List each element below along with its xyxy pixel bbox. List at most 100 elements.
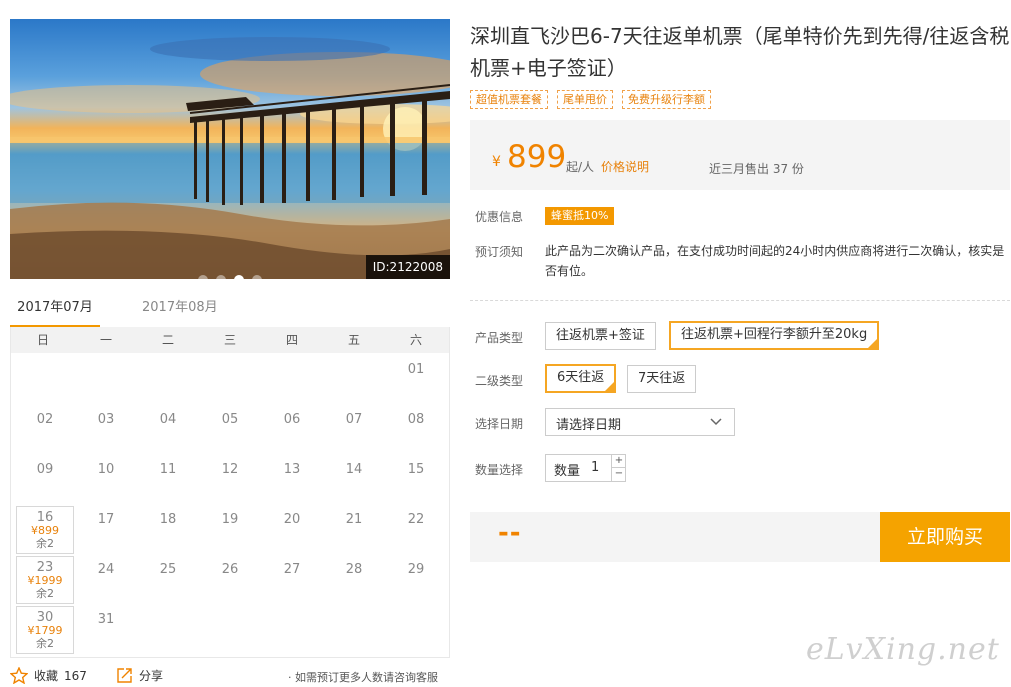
calendar-day-number: 24 <box>97 562 115 577</box>
calendar-day-price: ¥899 <box>31 524 59 537</box>
quantity-value[interactable]: 1 <box>591 460 599 475</box>
sub-type-option-7days[interactable]: 7天往返 <box>627 365 697 393</box>
action-bar: 收藏 167 分享 · 如需预订更多人数请咨询客服 <box>10 666 450 686</box>
calendar-day: 24 <box>77 556 135 604</box>
tab-month-july[interactable]: 2017年07月 <box>10 296 100 328</box>
calendar-day: 26 <box>201 556 259 604</box>
calendar-day: 06 <box>263 406 321 454</box>
quantity-increase-button[interactable]: + <box>611 455 626 468</box>
chevron-down-icon <box>710 418 722 426</box>
price-currency: ¥ <box>492 154 501 170</box>
calendar-day[interactable]: 23 ¥1999 余2 <box>16 556 74 604</box>
total-price: -- <box>498 518 522 548</box>
calendar-day-number: 22 <box>407 512 425 527</box>
calendar-day-number: 06 <box>283 412 301 427</box>
quantity-decrease-button[interactable]: − <box>611 468 626 481</box>
sub-type-label: 二级类型 <box>475 374 524 388</box>
product-tag: 超值机票套餐 <box>470 90 548 109</box>
calendar-day: 31 <box>77 606 135 654</box>
calendar-day: 15 <box>387 456 445 504</box>
calendar-day: 01 <box>387 356 445 404</box>
calendar-day-number: 10 <box>97 462 115 477</box>
weekday-label: 五 <box>347 333 360 347</box>
carousel-dot[interactable] <box>234 275 244 279</box>
calendar-day-number: 08 <box>407 412 425 427</box>
tab-month-august[interactable]: 2017年08月 <box>142 296 218 328</box>
date-label: 选择日期 <box>475 417 524 431</box>
calendar-day-price: ¥1999 <box>27 574 63 587</box>
calendar-day: 27 <box>263 556 321 604</box>
departure-calendar: 日 一 二 三 四 五 六 01 02 03 04 05 06 07 08 09 10 11 12 13… <box>10 327 450 658</box>
quantity-section-label: 数量选择 <box>475 463 524 477</box>
calendar-day: 11 <box>139 456 197 504</box>
calendar-day-number: 21 <box>345 512 363 527</box>
star-icon <box>10 667 28 684</box>
notice-label: 预订须知 <box>475 245 524 259</box>
calendar-weekday-header: 日 一 二 三 四 五 六 <box>11 327 449 353</box>
divider <box>470 300 1010 301</box>
calendar-day: 17 <box>77 506 135 554</box>
product-title: 深圳直飞沙巴6-7天往返单机票（尾单特价先到先得/往返含税机票+电子签证） <box>470 24 1010 80</box>
calendar-day: 19 <box>201 506 259 554</box>
product-type-option-visa[interactable]: 往返机票+签证 <box>545 322 656 350</box>
calendar-day-number: 18 <box>159 512 177 527</box>
calendar-day: 04 <box>139 406 197 454</box>
product-photo[interactable]: ID:2122008 <box>10 19 450 279</box>
calendar-day: 08 <box>387 406 445 454</box>
weekday-label: 日 <box>36 333 49 347</box>
share-button[interactable]: 分享 <box>116 667 163 684</box>
calendar-day: 25 <box>139 556 197 604</box>
product-tag: 免费升级行李额 <box>622 90 711 109</box>
sub-type-option-6days[interactable]: 6天往返 <box>545 364 617 393</box>
buy-now-button[interactable]: 立即购买 <box>880 512 1010 562</box>
date-select[interactable]: 请选择日期 <box>545 408 735 436</box>
calendar-day-number: 26 <box>221 562 239 577</box>
calendar-day: 03 <box>77 406 135 454</box>
calendar-day: 13 <box>263 456 321 504</box>
consult-note: · 如需预订更多人数请咨询客服 <box>288 671 438 684</box>
quantity-label: 数量 <box>554 464 581 479</box>
calendar-day: 18 <box>139 506 197 554</box>
calendar-day-number: 01 <box>407 362 425 377</box>
calendar-day-number: 04 <box>159 412 177 427</box>
calendar-day-number: 25 <box>159 562 177 577</box>
date-select-value: 请选择日期 <box>556 418 622 433</box>
calendar-day-number: 20 <box>283 512 301 527</box>
calendar-day-number: 09 <box>36 462 54 477</box>
calendar-day: 07 <box>325 406 383 454</box>
sold-count: 近三月售出 37 份 <box>709 162 804 176</box>
calendar-day: 29 <box>387 556 445 604</box>
product-type-option-luggage[interactable]: 往返机票+回程行李额升至20kg <box>669 321 880 350</box>
quantity-stepper: 数量 1 + − <box>545 454 626 482</box>
carousel-dot[interactable] <box>216 275 226 279</box>
product-tag: 尾单甩价 <box>557 90 613 109</box>
calendar-day-number: 03 <box>97 412 115 427</box>
calendar-day-number: 12 <box>221 462 239 477</box>
price-amount: 899 <box>507 139 567 175</box>
calendar-day-number: 27 <box>283 562 301 577</box>
calendar-day[interactable]: 30 ¥1799 余2 <box>16 606 74 654</box>
price-explain-link[interactable]: 价格说明 <box>601 158 649 175</box>
carousel-dot[interactable] <box>252 275 262 279</box>
weekday-label: 二 <box>161 333 174 347</box>
total-bar: -- <box>470 512 880 562</box>
calendar-day: 10 <box>77 456 135 504</box>
calendar-day-number: 02 <box>36 412 54 427</box>
calendar-day-number: 31 <box>97 612 115 627</box>
calendar-day-number: 16 <box>36 510 54 525</box>
calendar-day-number: 05 <box>221 412 239 427</box>
calendar-day: 09 <box>16 456 74 504</box>
favorite-button[interactable]: 收藏 167 <box>10 667 87 684</box>
calendar-day: 05 <box>201 406 259 454</box>
weekday-label: 四 <box>285 333 298 347</box>
calendar-day[interactable]: 16 ¥899 余2 <box>16 506 74 554</box>
calendar-day: 02 <box>16 406 74 454</box>
weekday-label: 六 <box>409 333 422 347</box>
price-panel: ¥ 899 起/人 价格说明 近三月售出 37 份 <box>470 120 1010 190</box>
calendar-day: 14 <box>325 456 383 504</box>
calendar-day-number: 07 <box>345 412 363 427</box>
calendar-day-number: 30 <box>36 610 54 625</box>
promo-badge: 蜂蜜抵10% <box>545 207 615 225</box>
carousel-dot[interactable] <box>198 275 208 279</box>
calendar-day-number: 19 <box>221 512 239 527</box>
